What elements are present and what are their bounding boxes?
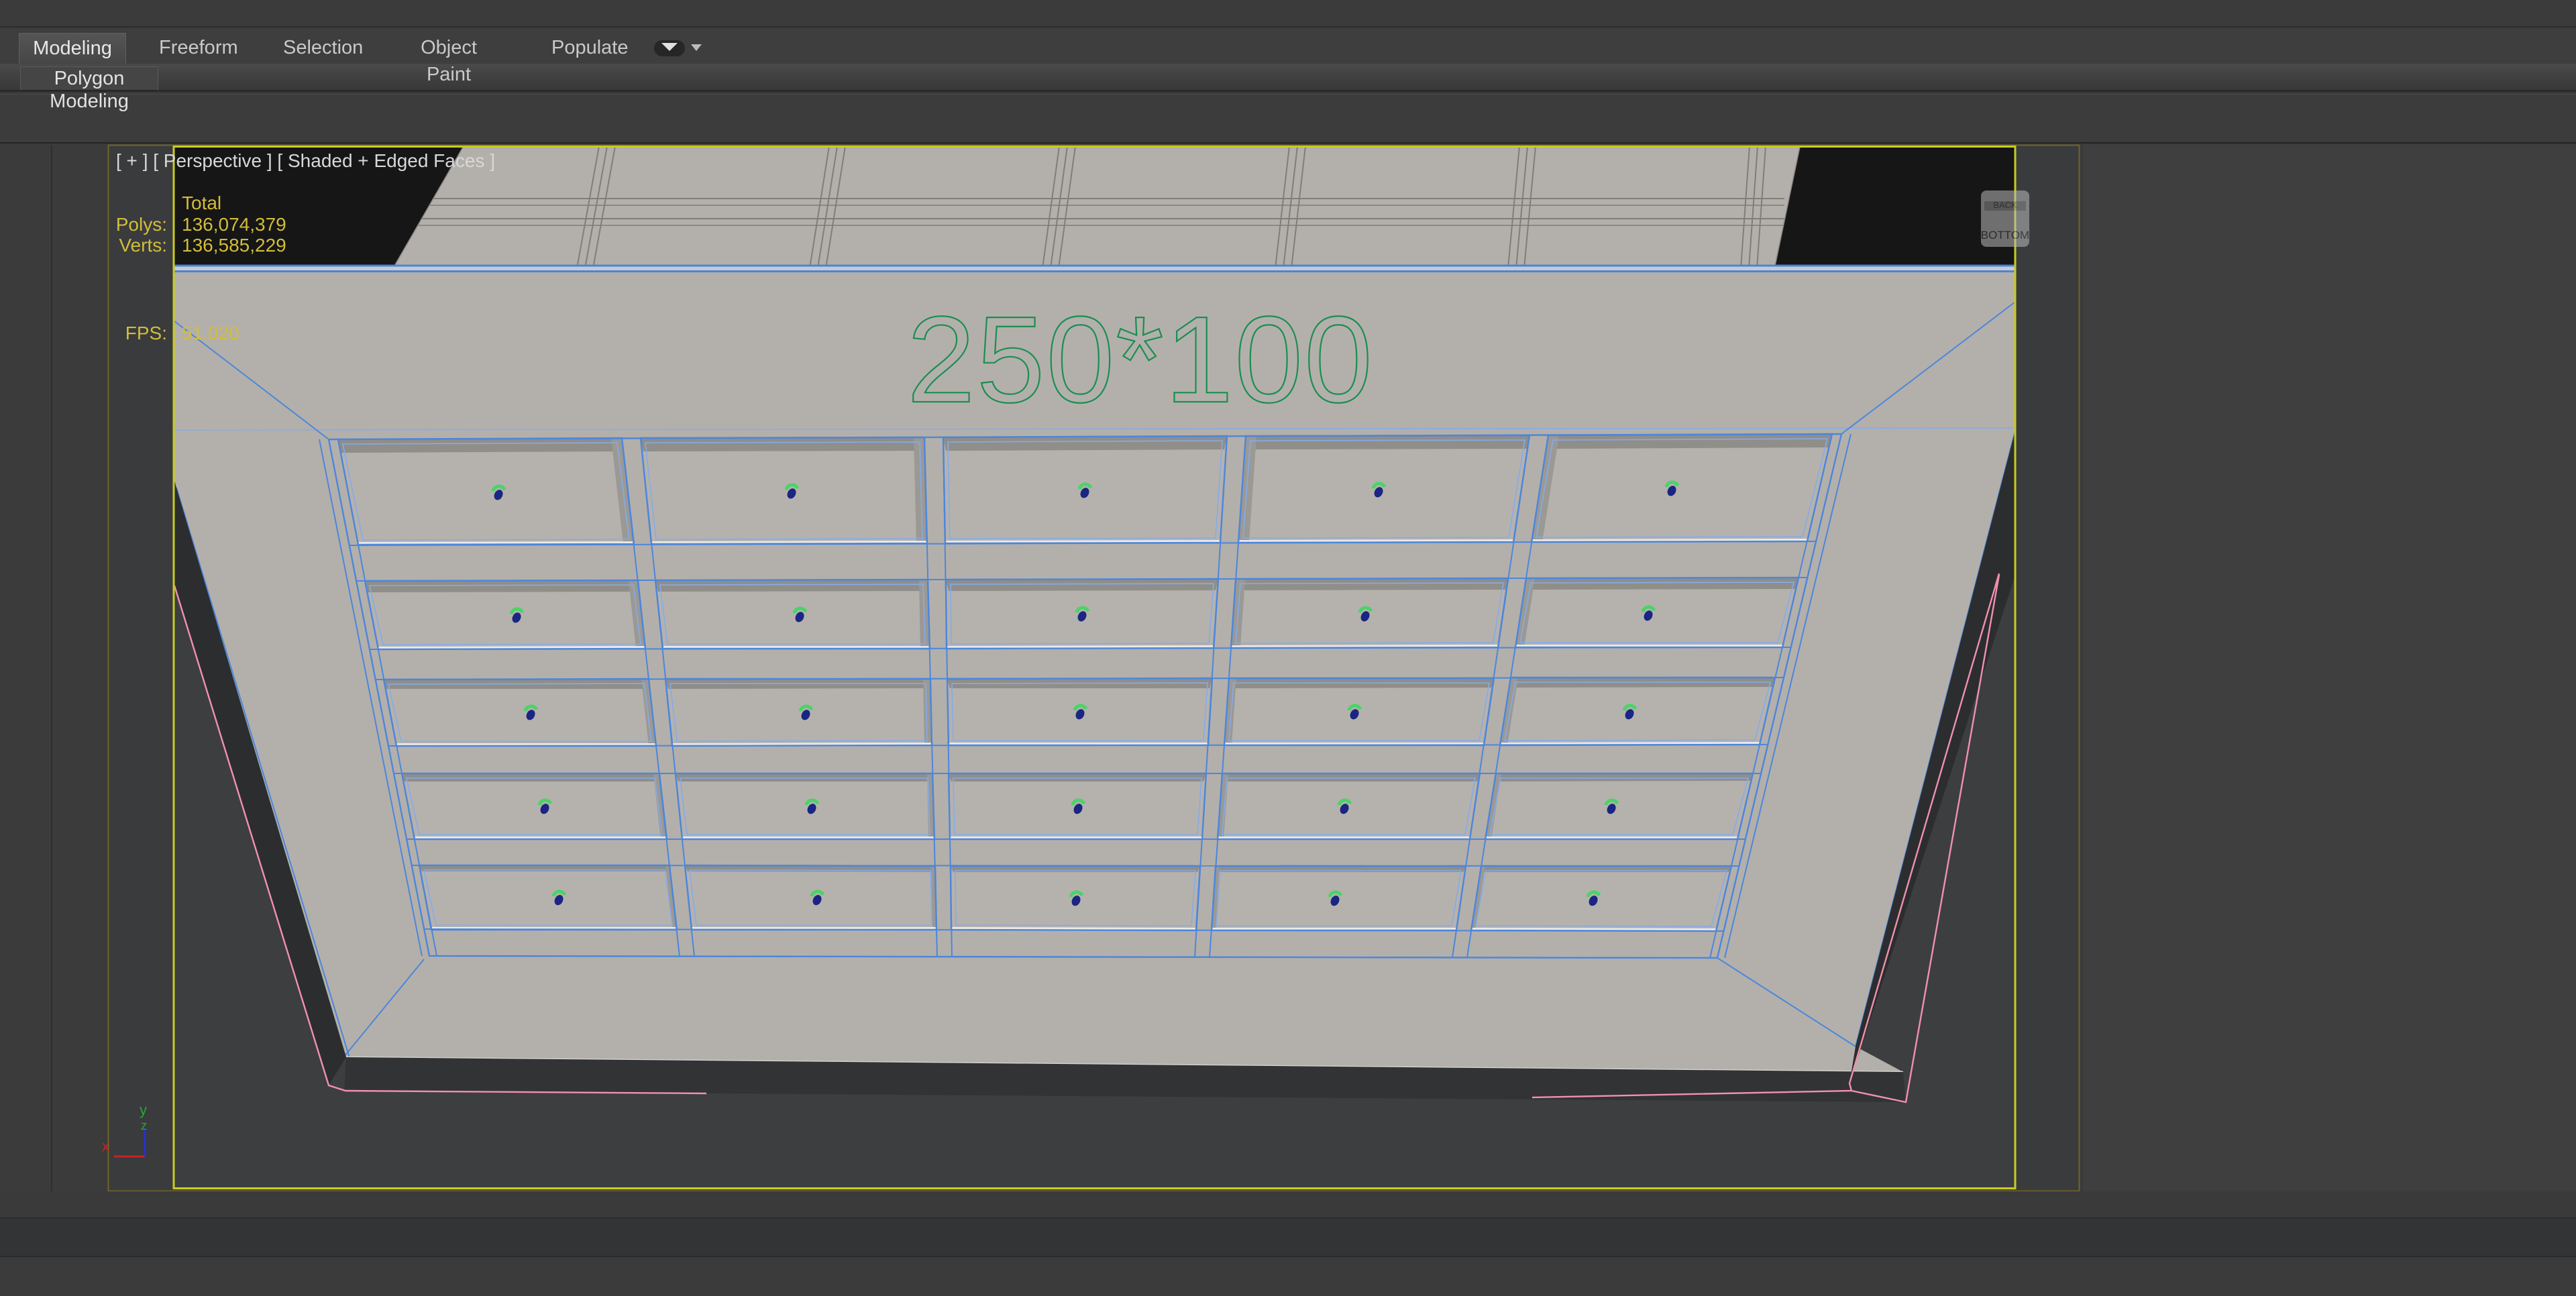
svg-text:FPS:: FPS: bbox=[125, 323, 167, 343]
svg-text:136,585,229: 136,585,229 bbox=[182, 235, 286, 256]
svg-text:[ + ] [ Perspective ] [ Shaded: [ + ] [ Perspective ] [ Shaded + Edged F… bbox=[116, 150, 495, 171]
svg-text:51.020: 51.020 bbox=[182, 323, 239, 343]
svg-text:y: y bbox=[140, 1101, 147, 1118]
svg-text:BACK: BACK bbox=[1993, 200, 2017, 210]
svg-text:Polys:: Polys: bbox=[116, 214, 167, 235]
svg-text:Verts:: Verts: bbox=[119, 235, 167, 256]
svg-text:z: z bbox=[141, 1119, 147, 1132]
svg-text:136,074,379: 136,074,379 bbox=[182, 214, 286, 235]
svg-text:BOTTOM: BOTTOM bbox=[1981, 229, 2029, 241]
svg-text:Total: Total bbox=[182, 193, 221, 213]
svg-text:x: x bbox=[102, 1138, 109, 1154]
svg-text:250*100: 250*100 bbox=[907, 290, 1374, 428]
